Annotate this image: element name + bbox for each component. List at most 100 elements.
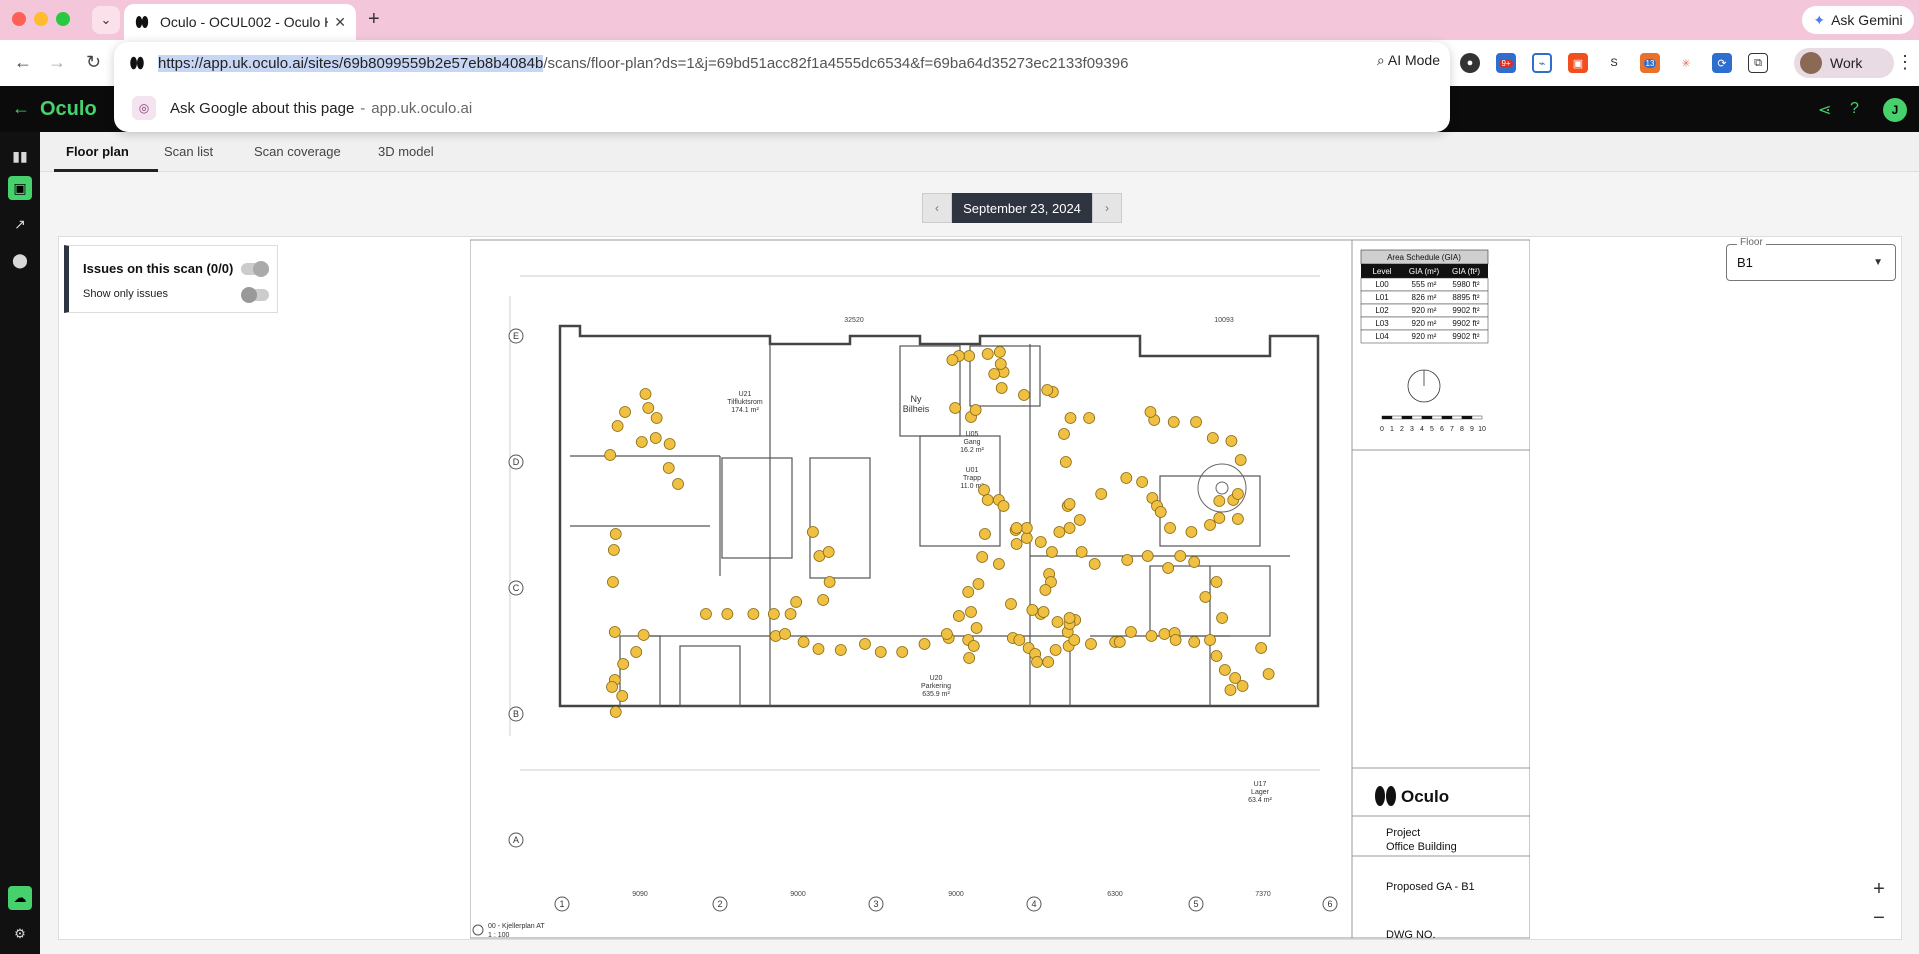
scan-point[interactable] xyxy=(834,644,847,656)
scan-point[interactable] xyxy=(823,576,836,588)
scan-point[interactable] xyxy=(1185,526,1198,538)
extension-icon-3[interactable]: ⌁ xyxy=(1532,53,1552,73)
scan-point[interactable] xyxy=(993,346,1006,358)
extension-icon-8[interactable]: ⟳ xyxy=(1712,53,1732,73)
ai-mode-button[interactable]: ⌕ AI Mode xyxy=(1377,52,1440,69)
scan-point[interactable] xyxy=(896,646,909,658)
scan-point[interactable] xyxy=(1232,488,1244,500)
scan-point[interactable] xyxy=(1063,498,1076,510)
forward-icon[interactable]: → xyxy=(48,52,66,73)
scan-point[interactable] xyxy=(979,528,991,540)
scan-point[interactable] xyxy=(1190,416,1202,428)
scan-point[interactable] xyxy=(806,526,819,538)
scan-point[interactable] xyxy=(1042,656,1055,668)
scan-point[interactable] xyxy=(611,420,624,432)
scan-point[interactable] xyxy=(1188,556,1201,568)
scan-point[interactable] xyxy=(1026,604,1039,616)
scan-point[interactable] xyxy=(1255,642,1268,654)
scan-point[interactable] xyxy=(637,629,650,641)
scan-point[interactable] xyxy=(963,652,976,664)
scan-point[interactable] xyxy=(859,638,871,650)
dashboard-chart-icon[interactable]: ▮▮ xyxy=(8,144,32,168)
scan-point[interactable] xyxy=(1037,606,1050,618)
close-window-button[interactable] xyxy=(12,12,26,26)
scan-point[interactable] xyxy=(1174,550,1187,562)
scan-point[interactable] xyxy=(606,681,618,693)
zoom-out-button[interactable]: − xyxy=(1864,905,1894,931)
extension-icon-7[interactable]: ✳ xyxy=(1676,53,1696,73)
extension-icon-6[interactable]: 13 xyxy=(1640,53,1660,73)
scan-point[interactable] xyxy=(965,606,977,618)
close-tab-icon[interactable]: ✕ xyxy=(334,14,346,31)
scan-point[interactable] xyxy=(1013,634,1026,646)
scan-point[interactable] xyxy=(1136,476,1149,488)
back-icon[interactable]: ← xyxy=(14,52,32,73)
scan-point[interactable] xyxy=(784,608,797,620)
scan-point[interactable] xyxy=(1113,636,1126,648)
scan-point[interactable] xyxy=(1232,513,1244,525)
scan-point[interactable] xyxy=(1164,522,1176,534)
scan-point[interactable] xyxy=(1236,680,1249,692)
extension-icon-5[interactable]: S xyxy=(1604,53,1624,73)
scan-point[interactable] xyxy=(1058,428,1070,440)
scan-point[interactable] xyxy=(981,494,994,506)
extension-icon-2[interactable]: 9+ xyxy=(1496,53,1516,73)
location-pin-icon[interactable]: ⬤ xyxy=(8,248,32,272)
scan-point[interactable] xyxy=(642,402,655,414)
scan-point[interactable] xyxy=(607,544,620,556)
scan-point[interactable] xyxy=(1059,456,1072,468)
floor-select[interactable]: Floor B1 ▼ xyxy=(1726,237,1896,281)
scan-point[interactable] xyxy=(1167,416,1180,428)
scan-point[interactable] xyxy=(650,412,663,424)
scan-point[interactable] xyxy=(662,462,675,474)
scan-point[interactable] xyxy=(617,658,630,670)
floor-plan-icon[interactable]: ▣ xyxy=(8,176,32,200)
scan-point[interactable] xyxy=(1010,538,1023,550)
help-icon[interactable]: ? xyxy=(1850,100,1859,118)
scan-point[interactable] xyxy=(1041,384,1054,396)
scan-point[interactable] xyxy=(1120,472,1133,484)
scan-point[interactable] xyxy=(779,628,791,640)
scan-point[interactable] xyxy=(1204,634,1216,646)
floor-plan-drawing[interactable]: E D C B A 1 2 3 4 5 6 32520 10093 9090 9… xyxy=(470,236,1530,940)
scan-point[interactable] xyxy=(619,406,631,418)
user-avatar[interactable]: J xyxy=(1883,98,1907,122)
scan-point[interactable] xyxy=(1141,550,1154,562)
scan-point[interactable] xyxy=(1154,506,1167,518)
scan-point[interactable] xyxy=(997,500,1010,512)
scan-point[interactable] xyxy=(1210,576,1223,588)
scan-point[interactable] xyxy=(767,608,780,620)
tab-floor-plan[interactable]: Floor plan xyxy=(66,144,129,159)
scan-point[interactable] xyxy=(1049,644,1062,656)
scan-point[interactable] xyxy=(1005,598,1017,610)
maximize-window-button[interactable] xyxy=(56,12,70,26)
scan-point[interactable] xyxy=(790,596,803,608)
scan-point[interactable] xyxy=(1088,558,1101,570)
share-icon[interactable]: ⋖ xyxy=(1818,100,1831,120)
scan-point[interactable] xyxy=(874,646,887,658)
scan-point[interactable] xyxy=(817,594,830,606)
scan-point[interactable] xyxy=(639,388,652,400)
new-tab-button[interactable]: + xyxy=(368,8,380,31)
scan-point[interactable] xyxy=(1188,636,1201,648)
minimize-window-button[interactable] xyxy=(34,12,48,26)
scan-point[interactable] xyxy=(607,576,619,588)
scan-point[interactable] xyxy=(1083,412,1096,424)
scan-point[interactable] xyxy=(1053,526,1066,538)
scan-point[interactable] xyxy=(672,478,684,490)
omnibox-suggestion[interactable]: ◎ Ask Google about this page - app.uk.oc… xyxy=(114,88,1450,128)
scan-point[interactable] xyxy=(797,636,810,648)
scan-point[interactable] xyxy=(1020,532,1033,544)
scan-point[interactable] xyxy=(978,484,990,496)
settings-gear-icon[interactable]: ⚙ xyxy=(8,922,32,946)
scan-point[interactable] xyxy=(1125,626,1137,638)
scan-point[interactable] xyxy=(1144,406,1157,418)
scan-point[interactable] xyxy=(949,402,962,414)
scan-point[interactable] xyxy=(1216,612,1228,624)
scan-point[interactable] xyxy=(1064,412,1077,424)
scan-point[interactable] xyxy=(946,354,959,366)
scan-point[interactable] xyxy=(993,558,1005,570)
scan-point[interactable] xyxy=(700,608,712,620)
profile-button[interactable]: Work xyxy=(1794,48,1894,78)
scan-point[interactable] xyxy=(1204,519,1216,531)
